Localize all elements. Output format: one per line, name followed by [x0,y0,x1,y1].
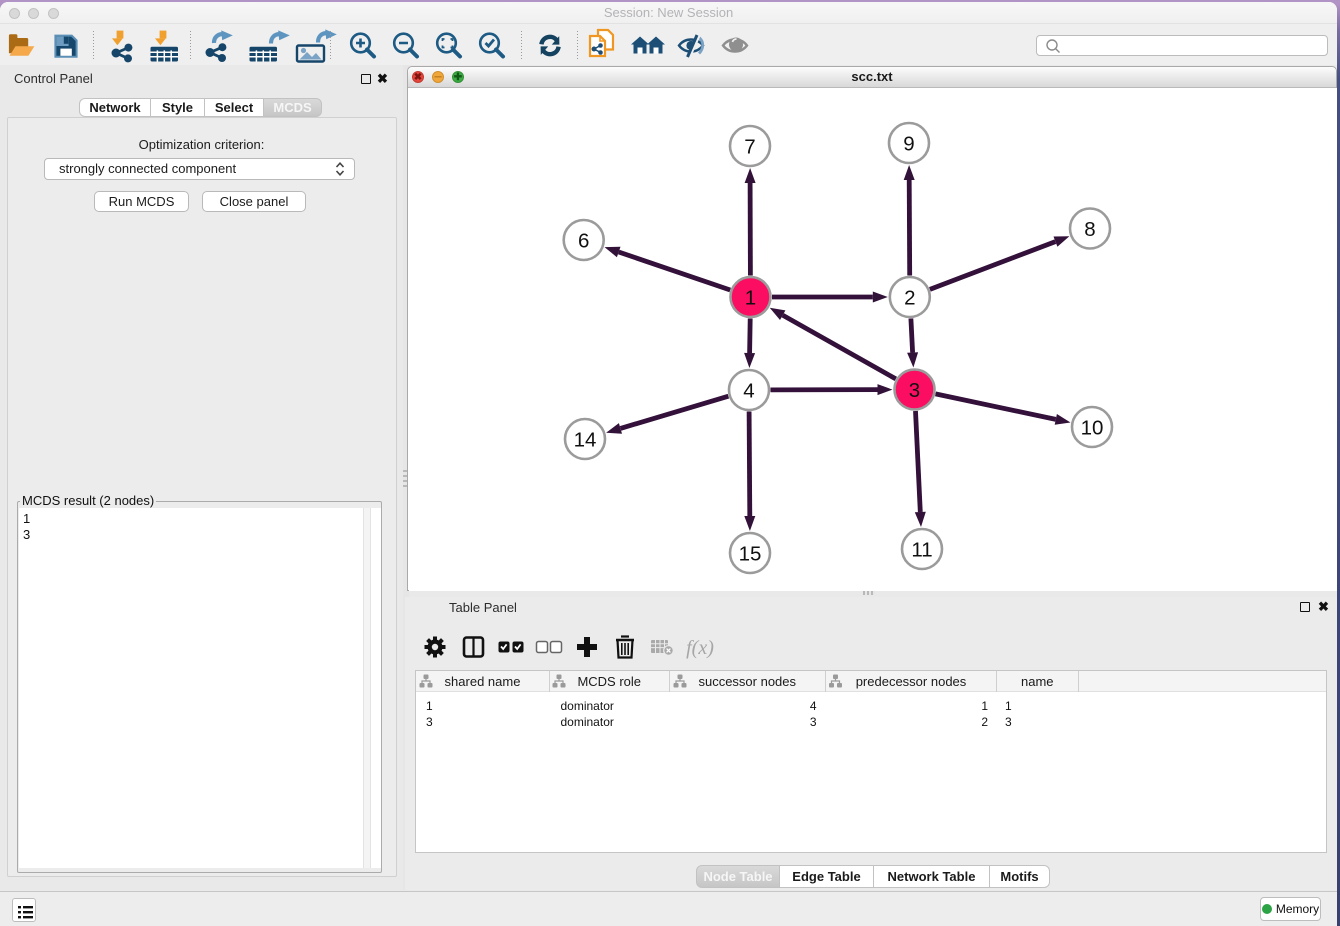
svg-text:7: 7 [744,136,755,159]
svg-text:2: 2 [904,287,915,310]
svg-text:10: 10 [1081,417,1104,440]
svg-text:11: 11 [911,539,932,562]
svg-text:1: 1 [745,287,756,310]
svg-text:6: 6 [578,230,589,253]
svg-text:f(x): f(x) [686,637,714,659]
svg-text:15: 15 [739,543,762,566]
svg-text:4: 4 [743,380,754,403]
svg-text:3: 3 [909,379,920,402]
svg-text:14: 14 [574,429,597,452]
svg-text:8: 8 [1084,218,1095,241]
svg-text:9: 9 [903,133,914,156]
